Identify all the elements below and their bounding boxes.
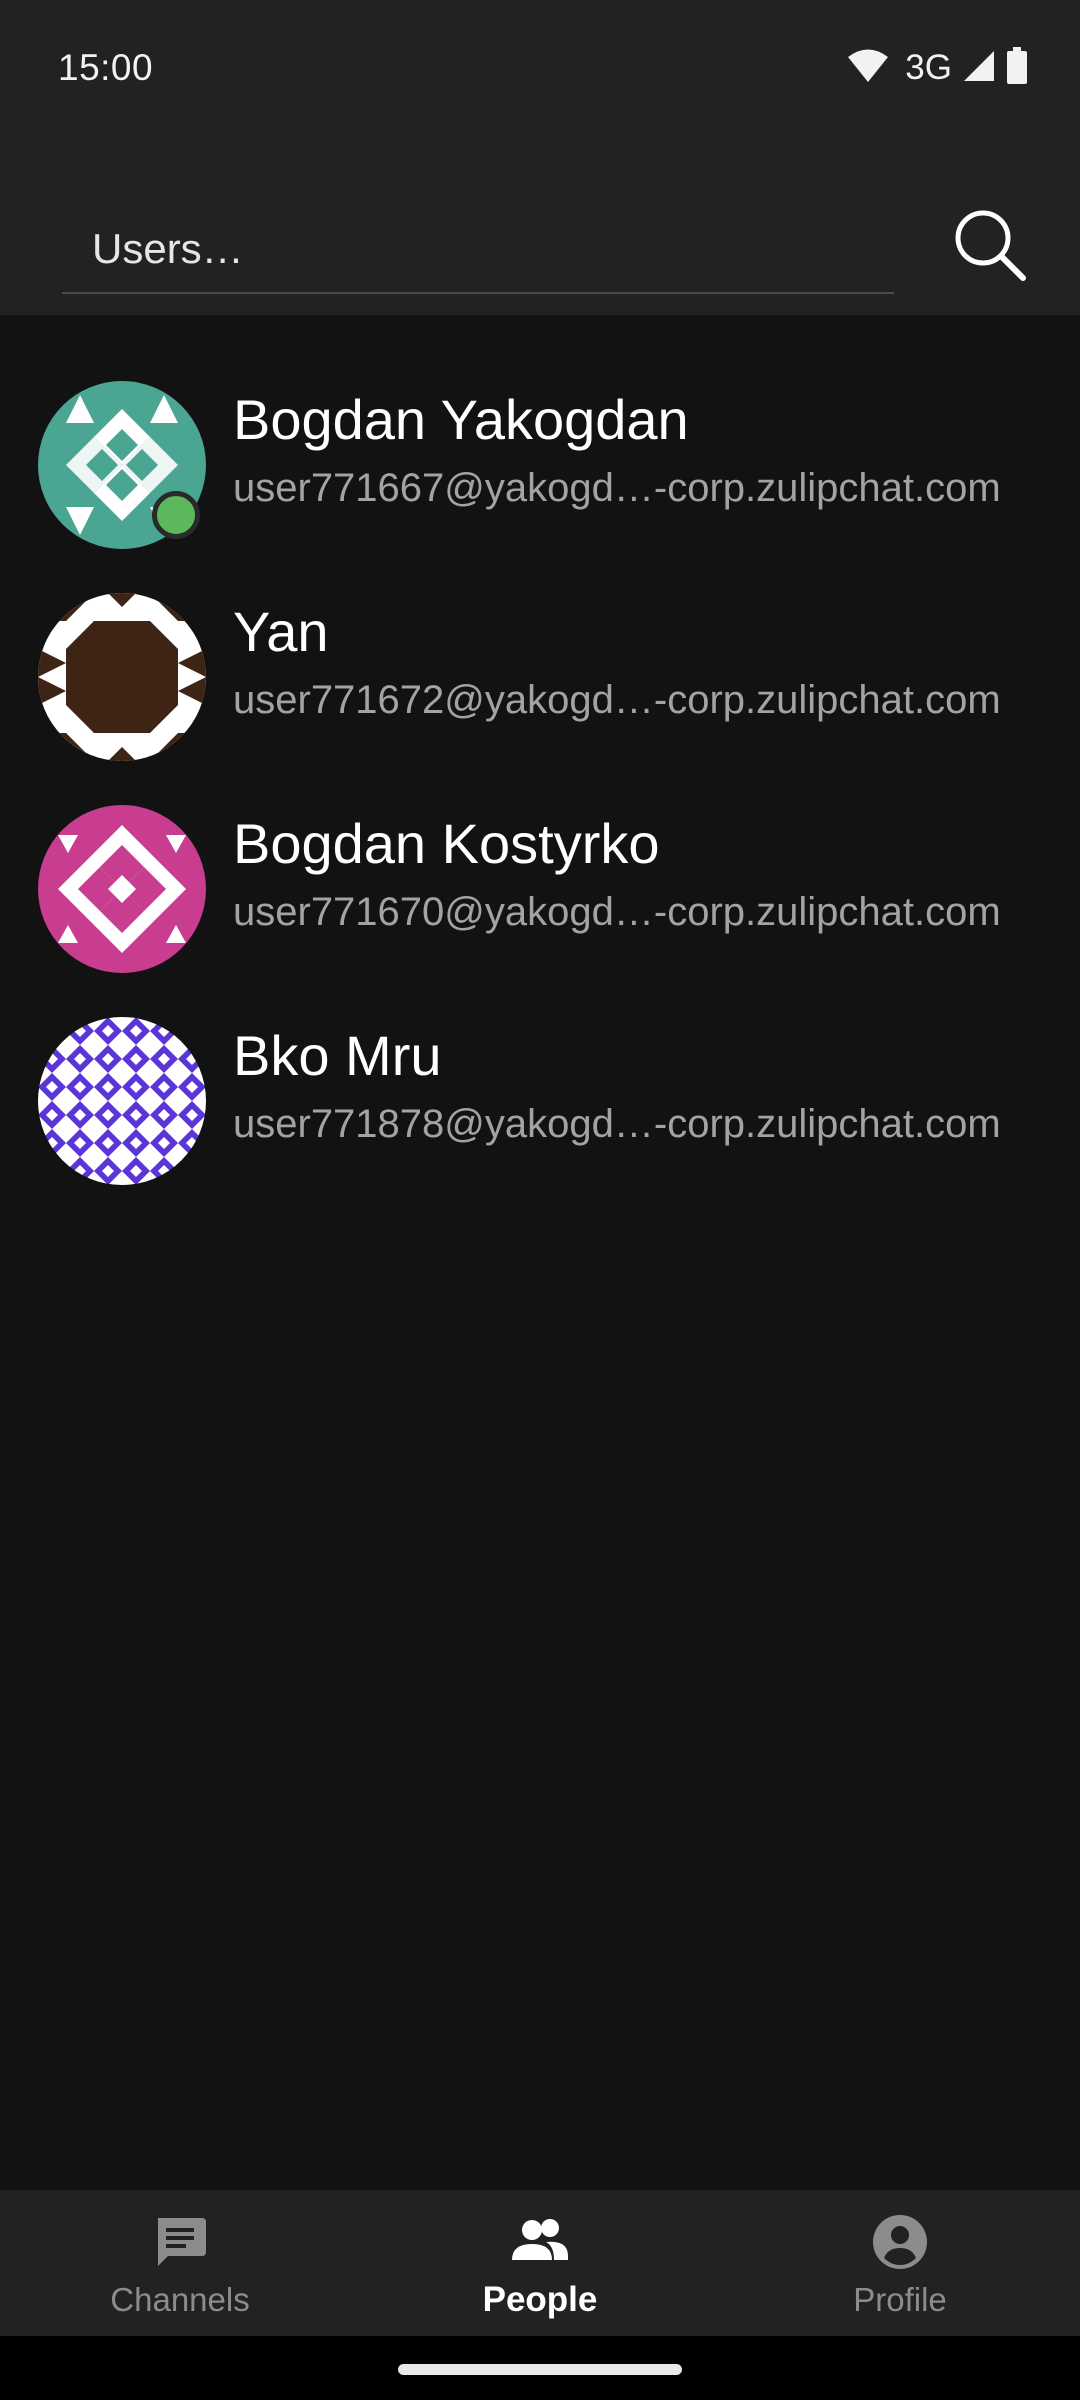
nav-label-channels: Channels	[110, 2281, 250, 2318]
search-icon	[952, 207, 1028, 288]
app-header: 15:00 3G	[0, 0, 1080, 315]
user-list: Bogdan Yakogdan user771667@yakogd…-corp.…	[0, 367, 1080, 1215]
home-gesture-handle[interactable]	[398, 2364, 682, 2375]
cell-signal-icon	[962, 49, 996, 88]
user-name: Bogdan Yakogdan	[233, 388, 689, 451]
user-row[interactable]: Yan user771672@yakogd…-corp.zulipchat.co…	[0, 579, 1080, 791]
profile-icon	[870, 2212, 930, 2272]
bottom-navigation: Channels People Profile	[0, 2190, 1080, 2336]
user-email: user771670@yakogd…-corp.zulipchat.com	[233, 890, 1001, 934]
user-row[interactable]: Bko Mru user771878@yakogd…-corp.zulipcha…	[0, 1003, 1080, 1215]
nav-label-people: People	[482, 2280, 598, 2319]
nav-tab-channels[interactable]: Channels	[0, 2190, 360, 2336]
search-field[interactable]	[62, 210, 894, 294]
people-screen: 15:00 3G Users… Bogdan Yakogdan user7716…	[0, 0, 1080, 2400]
system-gesture-area	[0, 2336, 1080, 2400]
people-icon	[510, 2212, 570, 2272]
status-icons: 3G	[847, 42, 1028, 94]
wifi-icon	[847, 48, 889, 89]
user-row[interactable]: Bogdan Kostyrko user771670@yakogd…-corp.…	[0, 791, 1080, 1003]
nav-tab-people[interactable]: People	[360, 2190, 720, 2336]
search-input[interactable]	[90, 218, 874, 280]
nav-label-profile: Profile	[853, 2281, 947, 2318]
user-email: user771667@yakogd…-corp.zulipchat.com	[233, 466, 1001, 510]
user-row[interactable]: Bogdan Yakogdan user771667@yakogd…-corp.…	[0, 367, 1080, 579]
status-time: 15:00	[58, 47, 154, 88]
user-name: Yan	[233, 600, 329, 663]
avatar	[38, 805, 206, 973]
nav-tab-profile[interactable]: Profile	[720, 2190, 1080, 2336]
chat-icon	[150, 2212, 210, 2272]
user-email: user771878@yakogd…-corp.zulipchat.com	[233, 1102, 1001, 1146]
user-name: Bogdan Kostyrko	[233, 812, 660, 875]
online-status-indicator	[152, 491, 200, 539]
avatar	[38, 593, 206, 761]
network-type: 3G	[905, 48, 952, 87]
battery-icon	[1006, 46, 1028, 90]
avatar	[38, 1017, 206, 1185]
user-email: user771672@yakogd…-corp.zulipchat.com	[233, 678, 1001, 722]
user-name: Bko Mru	[233, 1024, 442, 1087]
search-button[interactable]	[948, 205, 1032, 289]
